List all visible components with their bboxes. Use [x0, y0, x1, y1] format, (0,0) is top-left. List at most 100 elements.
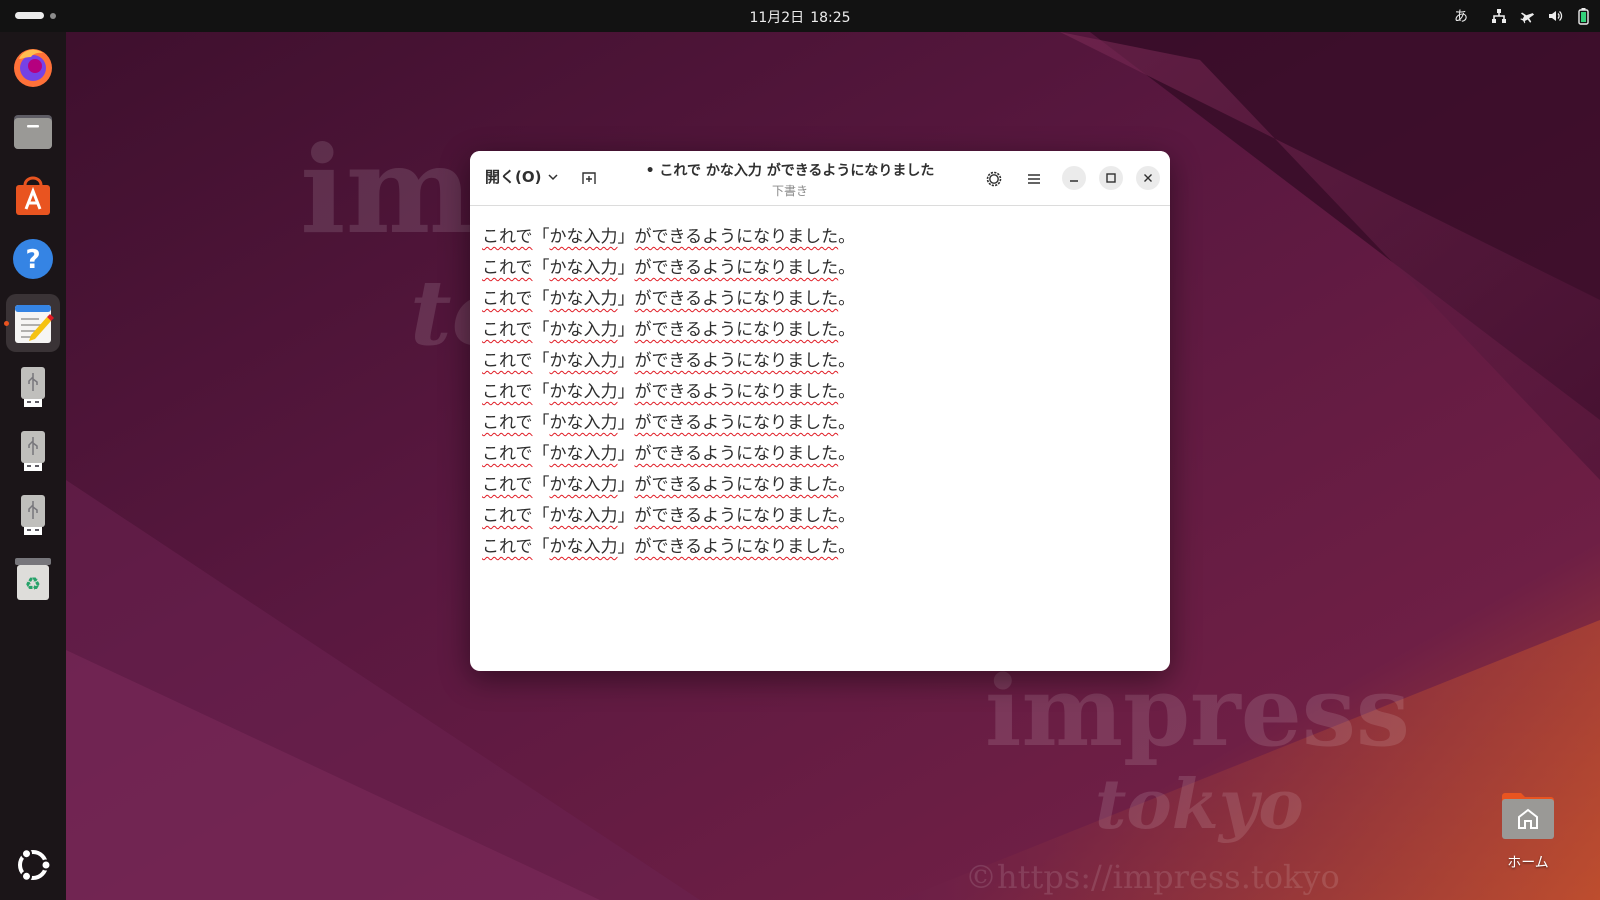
open-button[interactable]: 開く(O) [485, 166, 559, 187]
new-tab-icon [582, 172, 596, 184]
misspelled-word: これで [482, 289, 533, 309]
clock[interactable]: 11月2日 18:25 [0, 7, 1600, 27]
input-method-indicator[interactable]: あ [1454, 6, 1468, 26]
usb-drive-3[interactable] [6, 486, 60, 544]
home-folder-label: ホーム [1507, 855, 1549, 871]
text-line: これで「かな入力」ができるようになりました。 [482, 284, 1158, 315]
clock-date: 11月2日 [749, 10, 805, 26]
usb-drive-icon [21, 367, 45, 407]
text-fragment: 「 [532, 475, 550, 495]
text-line: これで「かな入力」ができるようになりました。 [482, 408, 1158, 439]
usb-drive-icon [21, 431, 45, 471]
document-settings-button[interactable] [982, 167, 1006, 191]
misspelled-word: ができるようになりました [634, 320, 839, 340]
close-button[interactable] [1136, 166, 1160, 190]
svg-text:♻: ♻ [25, 574, 41, 595]
window-title: • これで かな入力 ができるようになりました [645, 163, 935, 179]
airplane-mode-icon [1516, 5, 1538, 27]
misspelled-word: これで [482, 413, 533, 433]
misspelled-word: これで [482, 537, 533, 557]
home-folder-icon [1502, 793, 1554, 839]
text-editor-window: 開く(O) • これで かな入力 ができるようになりました 下書き これで「かな… [470, 151, 1170, 671]
text-line: これで「かな入力」ができるようになりました。 [482, 470, 1158, 501]
firefox-launcher[interactable] [6, 38, 60, 96]
ubuntu-logo-icon [18, 848, 52, 882]
app-center-icon [16, 176, 50, 215]
misspelled-word: ができるようになりました [634, 382, 839, 402]
text-fragment: 「 [532, 413, 550, 433]
text-lines: これで「かな入力」ができるようになりました。 これで「かな入力」ができるようになり… [482, 222, 1158, 563]
text-line: これで「かな入力」ができるようになりました。 [482, 222, 1158, 253]
usb-drive-1[interactable] [6, 358, 60, 416]
hamburger-menu-icon [1028, 174, 1040, 184]
trash-launcher[interactable]: ♻ [6, 550, 60, 608]
misspelled-word: かな入力 [549, 258, 618, 278]
misspelled-word: これで [482, 227, 533, 247]
text-editor-area[interactable]: これで「かな入力」ができるようになりました。 これで「かな入力」ができるようになり… [470, 206, 1170, 563]
open-button-label: 開く(O) [485, 168, 542, 186]
misspelled-word: ができるようになりました [634, 413, 839, 433]
minimize-button[interactable] [1062, 166, 1086, 190]
misspelled-word: これで [482, 475, 533, 495]
text-fragment: 。 [838, 258, 856, 278]
close-icon [1144, 174, 1152, 182]
main-menu-button[interactable] [1022, 167, 1046, 191]
misspelled-word: かな入力 [549, 289, 618, 309]
text-fragment: 。 [838, 444, 856, 464]
maximize-button[interactable] [1099, 166, 1123, 190]
new-tab-button[interactable] [578, 167, 600, 189]
text-fragment: 「 [532, 537, 550, 557]
svg-text:?: ? [25, 245, 40, 275]
misspelled-word: ができるようになりました [634, 475, 839, 495]
text-fragment: 。 [838, 351, 856, 371]
files-launcher[interactable] [6, 102, 60, 160]
system-tray[interactable]: あ [1454, 5, 1594, 27]
window-title-area: • これで かな入力 ができるようになりました 下書き [620, 160, 960, 199]
misspelled-word: かな入力 [549, 413, 618, 433]
text-fragment: 」 [617, 227, 635, 247]
misspelled-word: かな入力 [549, 537, 618, 557]
trash-icon: ♻ [15, 558, 51, 600]
text-fragment: 。 [838, 413, 856, 433]
text-fragment: 「 [532, 258, 550, 278]
misspelled-word: かな入力 [549, 506, 618, 526]
app-center-launcher[interactable] [6, 166, 60, 224]
clock-time: 18:25 [810, 10, 851, 26]
usb-drive-2[interactable] [6, 422, 60, 480]
text-fragment: 「 [532, 444, 550, 464]
misspelled-word: ができるようになりました [634, 351, 839, 371]
text-fragment: 。 [838, 506, 856, 526]
misspelled-word: かな入力 [549, 444, 618, 464]
misspelled-word: ができるようになりました [634, 258, 839, 278]
text-editor-launcher[interactable] [4, 294, 60, 352]
minimize-icon [1070, 180, 1078, 182]
help-launcher[interactable]: ? [6, 230, 60, 288]
text-fragment: 」 [617, 382, 635, 402]
header-bar[interactable]: 開く(O) • これで かな入力 ができるようになりました 下書き [470, 151, 1170, 206]
text-line: これで「かな入力」ができるようになりました。 [482, 532, 1158, 563]
text-fragment: 「 [532, 382, 550, 402]
text-fragment: 「 [532, 351, 550, 371]
text-fragment: 。 [838, 289, 856, 309]
text-fragment: 」 [617, 444, 635, 464]
misspelled-word: ができるようになりました [634, 444, 839, 464]
misspelled-word: これで [482, 320, 533, 340]
home-folder-desktop-icon[interactable]: ホーム [1496, 790, 1560, 872]
battery-icon [1572, 5, 1594, 27]
misspelled-word: ができるようになりました [634, 537, 839, 557]
text-line: これで「かな入力」ができるようになりました。 [482, 315, 1158, 346]
text-fragment: 。 [838, 227, 856, 247]
misspelled-word: これで [482, 382, 533, 402]
text-fragment: 「 [532, 289, 550, 309]
help-icon: ? [13, 239, 53, 279]
text-fragment: 」 [617, 506, 635, 526]
text-fragment: 「 [532, 506, 550, 526]
misspelled-word: これで [482, 351, 533, 371]
text-fragment: 「 [532, 227, 550, 247]
text-fragment: 」 [617, 413, 635, 433]
show-apps-button[interactable] [6, 836, 60, 894]
text-line: これで「かな入力」ができるようになりました。 [482, 501, 1158, 532]
misspelled-word: これで [482, 444, 533, 464]
running-indicator [4, 321, 9, 326]
text-fragment: 。 [838, 537, 856, 557]
